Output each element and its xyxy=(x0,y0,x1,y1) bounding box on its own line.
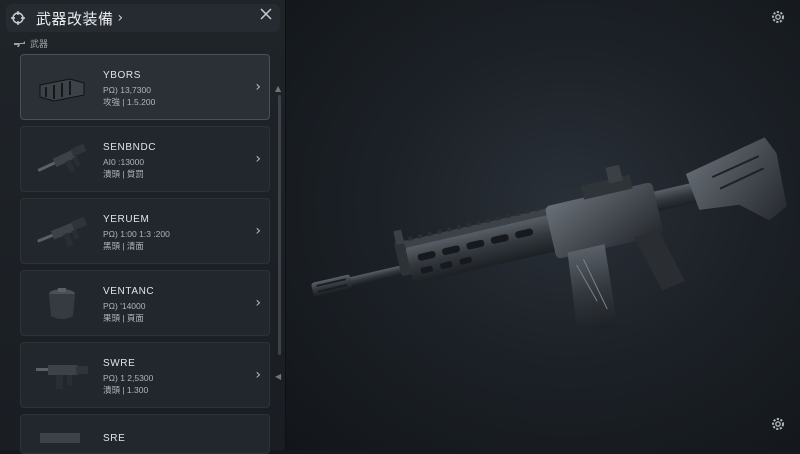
item-stat-secondary: 潰頭 | 質罰 xyxy=(103,169,144,179)
chevron-right-icon: › xyxy=(255,151,261,167)
item-stat-primary: AI0 :13000 xyxy=(103,157,145,167)
item-name: SWRE xyxy=(103,358,136,369)
list-item-0[interactable]: YBORS PΩ) 13,7300 攻強 | 1.5.200 › xyxy=(20,54,270,120)
rifle-icon xyxy=(14,40,25,47)
chevron-right-icon: › xyxy=(255,295,261,311)
section-label-text: 武器 xyxy=(30,40,49,50)
panel-title-text: 武器改装備 xyxy=(36,9,114,28)
gear-icon[interactable] xyxy=(770,416,786,432)
item-stat-secondary: 攻強 | 1.5.200 xyxy=(103,97,156,107)
rifle-thumbnail xyxy=(31,207,93,257)
list-item-5[interactable]: SRE xyxy=(20,414,270,454)
rifle-thumbnail xyxy=(31,135,93,185)
close-icon xyxy=(260,8,272,20)
weapon-preview-model[interactable] xyxy=(300,110,790,340)
item-stat-primary: PΩ) '14000 xyxy=(103,301,146,311)
item-stat-primary: PΩ) 1 2,5300 xyxy=(103,373,154,383)
list-item-2[interactable]: YERUEM PΩ) 1:00 1:3 :200 黑頭 | 清面 › xyxy=(20,198,270,264)
drum-thumbnail xyxy=(31,279,93,329)
close-button[interactable] xyxy=(256,4,276,24)
item-stat-primary: PΩ) 1:00 1:3 :200 xyxy=(103,229,170,239)
item-name: VENTANC xyxy=(103,286,155,297)
scroll-down-arrow-icon[interactable]: ◀ xyxy=(275,372,281,381)
attachment-thumbnail xyxy=(31,63,93,113)
list-item-1[interactable]: SENBNDC AI0 :13000 潰頭 | 質罰 › xyxy=(20,126,270,192)
scrollbar[interactable] xyxy=(278,95,281,355)
gear-icon[interactable] xyxy=(770,9,786,25)
item-name: YERUEM xyxy=(103,214,150,225)
attachment-thumbnail xyxy=(31,421,93,449)
item-name: SENBNDC xyxy=(103,142,157,153)
panel-header: 武器改装備 › xyxy=(6,4,280,32)
chevron-right-icon: › xyxy=(255,367,261,383)
item-stat-secondary: 潰頭 | 1.300 xyxy=(103,385,149,395)
chevron-right-icon: › xyxy=(255,79,261,95)
item-stat-secondary: 果頭 | 頁面 xyxy=(103,313,144,323)
panel-title: 武器改装備 › xyxy=(36,8,124,29)
weapon-list-panel: 武器改装備 › 武器 YBORS PΩ) 13,7300 攻強 | 1.5.20… xyxy=(0,0,286,454)
section-label: 武器 xyxy=(14,37,48,50)
chevron-right-icon: › xyxy=(117,10,124,26)
list-item-4[interactable]: SWRE PΩ) 1 2,5300 潰頭 | 1.300 › xyxy=(20,342,270,408)
item-stat-primary: PΩ) 13,7300 xyxy=(103,85,151,95)
rifle-thumbnail xyxy=(31,351,93,401)
chevron-right-icon: › xyxy=(255,223,261,239)
list-item-3[interactable]: VENTANC PΩ) '14000 果頭 | 頁面 › xyxy=(20,270,270,336)
scroll-up-arrow-icon[interactable]: ▲ xyxy=(275,84,281,93)
item-stat-secondary: 黑頭 | 清面 xyxy=(103,241,144,251)
item-name: YBORS xyxy=(103,70,142,81)
item-name: SRE xyxy=(103,433,126,444)
crosshair-icon[interactable] xyxy=(8,8,28,28)
